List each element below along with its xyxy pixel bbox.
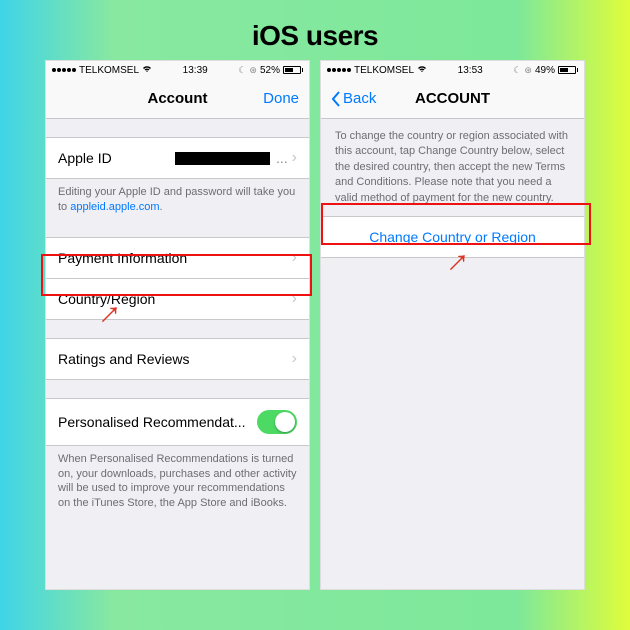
signal-dots-icon — [327, 68, 351, 72]
wifi-icon — [417, 65, 427, 75]
chevron-left-icon — [331, 91, 341, 107]
personalised-label: Personalised Recommendat... — [58, 414, 257, 430]
page-heading: iOS users — [0, 0, 630, 52]
nav-title: Account — [148, 90, 208, 107]
clock: 13:53 — [458, 65, 483, 76]
apple-id-footer: Editing your Apple ID and password will … — [46, 179, 309, 219]
alarm-icon: ⊛ — [249, 65, 257, 76]
personalised-row[interactable]: Personalised Recommendat... — [46, 398, 309, 446]
nav-title: ACCOUNT — [415, 90, 490, 107]
battery-percent: 49% — [535, 65, 555, 76]
apple-id-suffix: ... — [276, 150, 288, 166]
back-button[interactable]: Back — [331, 90, 376, 107]
change-country-description: To change the country or region associat… — [321, 119, 584, 216]
battery-percent: 52% — [260, 65, 280, 76]
change-country-button[interactable]: Change Country or Region — [321, 216, 584, 258]
chevron-right-icon: › — [292, 249, 297, 267]
ratings-reviews-row[interactable]: Ratings and Reviews › — [46, 338, 309, 380]
chevron-right-icon: › — [292, 350, 297, 368]
alarm-icon: ⊛ — [524, 65, 532, 76]
chevron-right-icon: › — [292, 290, 297, 308]
clock: 13:39 — [183, 65, 208, 76]
dnd-moon-icon: ☾ — [513, 65, 521, 76]
nav-bar: Back ACCOUNT — [321, 79, 584, 119]
status-bar: TELKOMSEL 13:39 ☾ ⊛ 52% — [46, 61, 309, 79]
payment-label: Payment Information — [58, 250, 292, 266]
country-label: Country/Region — [58, 291, 292, 307]
apple-id-redacted — [175, 152, 270, 165]
carrier-label: TELKOMSEL — [354, 65, 414, 76]
signal-dots-icon — [52, 68, 76, 72]
carrier-label: TELKOMSEL — [79, 65, 139, 76]
done-button[interactable]: Done — [263, 90, 299, 107]
personalised-footer: When Personalised Recommendations is tur… — [46, 446, 309, 515]
country-region-row[interactable]: Country/Region › — [46, 279, 309, 320]
payment-info-row[interactable]: Payment Information › — [46, 237, 309, 279]
apple-id-row[interactable]: Apple ID ... › — [46, 137, 309, 179]
ratings-label: Ratings and Reviews — [58, 351, 292, 367]
phone-right: TELKOMSEL 13:53 ☾ ⊛ 49% Back ACCOUNT — [320, 60, 585, 590]
nav-bar: Account Done — [46, 79, 309, 119]
battery-icon — [558, 66, 578, 74]
appleid-link[interactable]: appleid.apple.com — [70, 201, 159, 213]
status-bar: TELKOMSEL 13:53 ☾ ⊛ 49% — [321, 61, 584, 79]
dnd-moon-icon: ☾ — [238, 65, 246, 76]
battery-icon — [283, 66, 303, 74]
apple-id-label: Apple ID — [58, 150, 112, 166]
chevron-right-icon: › — [292, 149, 297, 167]
wifi-icon — [142, 65, 152, 75]
phone-left: TELKOMSEL 13:39 ☾ ⊛ 52% Account Done — [45, 60, 310, 590]
personalised-toggle[interactable] — [257, 410, 297, 434]
